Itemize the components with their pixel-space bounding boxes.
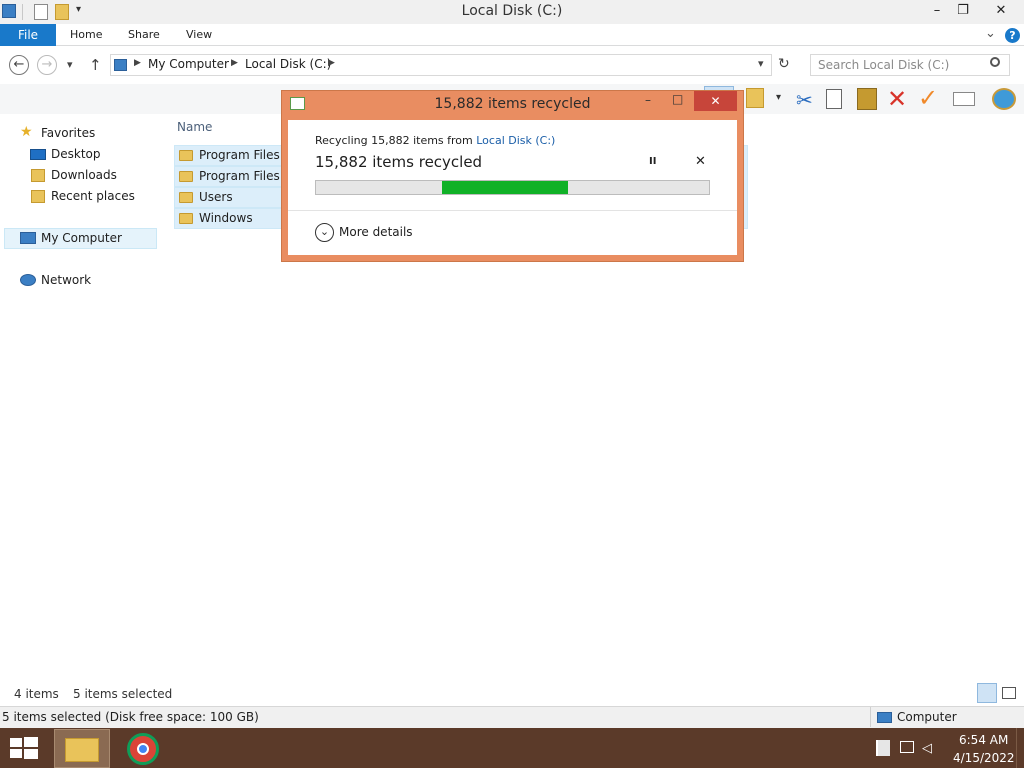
recycling-description: Recycling 15,882 items from Local Disk (… [315,134,555,147]
details-view-icon[interactable] [977,683,997,703]
action-center-flag-icon[interactable] [876,740,890,756]
file-name: Program Files (x86) [199,169,283,183]
downloads-icon [31,169,45,182]
computer-icon [877,712,892,723]
logo-pane [10,749,22,758]
chevron-right-icon[interactable]: ▶ [328,58,335,68]
network-status-icon[interactable] [900,741,914,753]
large-icons-view-icon[interactable] [1002,687,1016,699]
item-count: 4 items [14,687,59,701]
nav-desktop[interactable]: Desktop [51,144,101,164]
folder-icon [179,213,193,224]
folder-icon [179,171,193,182]
separator [870,707,871,727]
recycling-prefix: Recycling 15,882 items from [315,134,477,147]
more-details-button[interactable]: More details [339,225,413,239]
chevron-down-icon[interactable]: ▾ [776,92,781,103]
paste-icon[interactable] [857,88,877,110]
expand-ribbon-icon[interactable]: ⌄ [985,26,996,41]
progress-bar-fill [441,181,568,194]
search-input[interactable]: Search Local Disk (C:) [818,58,949,72]
maximize-button[interactable]: ❐ [950,0,976,22]
folder-icon [179,192,193,203]
nav-favorites[interactable]: Favorites [41,123,95,143]
desktop-icon [30,149,46,160]
file-name: Windows [199,211,253,225]
nav-downloads[interactable]: Downloads [51,165,117,185]
cut-icon[interactable]: ✂ [796,88,813,112]
folder-icon [179,150,193,161]
forward-button[interactable]: → [37,55,57,75]
breadcrumb-my-computer[interactable]: My Computer [148,57,229,71]
table-row[interactable]: Users [174,187,284,208]
tab-view[interactable]: View [186,28,212,41]
address-dropdown-icon[interactable]: ▾ [758,57,764,70]
taskbar-explorer-button[interactable] [54,729,110,768]
copy-icon[interactable] [826,89,842,109]
clock-time[interactable]: 6:54 AM [959,733,1008,747]
recent-places-icon [31,190,45,203]
show-desktop-button[interactable] [1016,728,1024,768]
globe-icon[interactable] [992,88,1016,110]
back-button[interactable]: ← [9,55,29,75]
source-location-link[interactable]: Local Disk (C:) [476,134,555,147]
table-row[interactable]: Windows [174,208,284,229]
rename-icon[interactable] [953,92,975,106]
chrome-icon[interactable] [127,733,159,765]
windows-logo-icon[interactable] [10,737,38,759]
dialog-maximize-button[interactable]: □ [672,92,683,106]
nav-network[interactable]: Network [41,270,91,290]
file-name: Users [199,190,233,204]
computer-icon [114,59,127,71]
window-title: Local Disk (C:) [461,3,563,19]
delete-icon[interactable]: ✕ [887,85,907,113]
volume-muted-icon[interactable]: ◁ [922,741,932,756]
up-button[interactable]: ↑ [89,56,102,74]
minimize-button[interactable]: – [924,0,950,22]
file-explorer-icon [65,738,99,762]
dialog-minimize-button[interactable]: – [645,93,651,107]
file-name: Program Files [199,148,280,162]
folder-properties-icon[interactable] [746,88,764,108]
computer-icon [20,232,36,244]
clock-date[interactable]: 4/15/2022 [953,751,1015,765]
breadcrumb-local-disk[interactable]: Local Disk (C:) [245,57,331,71]
pause-button[interactable]: II [649,156,656,167]
table-row[interactable]: Program Files [174,145,284,166]
table-row[interactable]: Program Files (x86) [174,166,284,187]
tab-home[interactable]: Home [70,28,102,41]
tab-share[interactable]: Share [128,28,160,41]
column-header-name[interactable]: Name [177,120,212,134]
logo-pane [24,749,38,759]
divider [288,210,737,211]
progress-status: 15,882 items recycled [315,153,483,171]
nav-recent-places[interactable]: Recent places [51,186,135,206]
star-icon: ★ [20,124,33,140]
chevron-right-icon[interactable]: ▶ [231,58,238,68]
refresh-button[interactable]: ↻ [778,56,790,72]
logo-pane [10,738,22,747]
dialog-close-button[interactable]: ✕ [694,91,737,111]
logo-pane [24,737,38,747]
status-details: 5 items selected (Disk free space: 100 G… [2,710,259,724]
help-icon[interactable]: ? [1005,28,1020,43]
close-button[interactable]: ✕ [978,0,1024,22]
cancel-button[interactable]: ✕ [695,154,706,169]
tab-file[interactable]: File [0,24,56,46]
checkmark-icon[interactable]: ✓ [918,84,938,112]
nav-my-computer[interactable]: My Computer [41,228,122,248]
chevron-down-icon[interactable]: ⌄ [315,223,334,242]
recent-locations-button[interactable]: ▾ [67,58,73,71]
status-computer: Computer [897,710,957,724]
search-icon[interactable] [990,57,1000,67]
chevron-right-icon[interactable]: ▶ [134,58,141,68]
network-icon [20,274,36,286]
chrome-center [137,743,149,755]
selected-count: 5 items selected [73,687,173,701]
